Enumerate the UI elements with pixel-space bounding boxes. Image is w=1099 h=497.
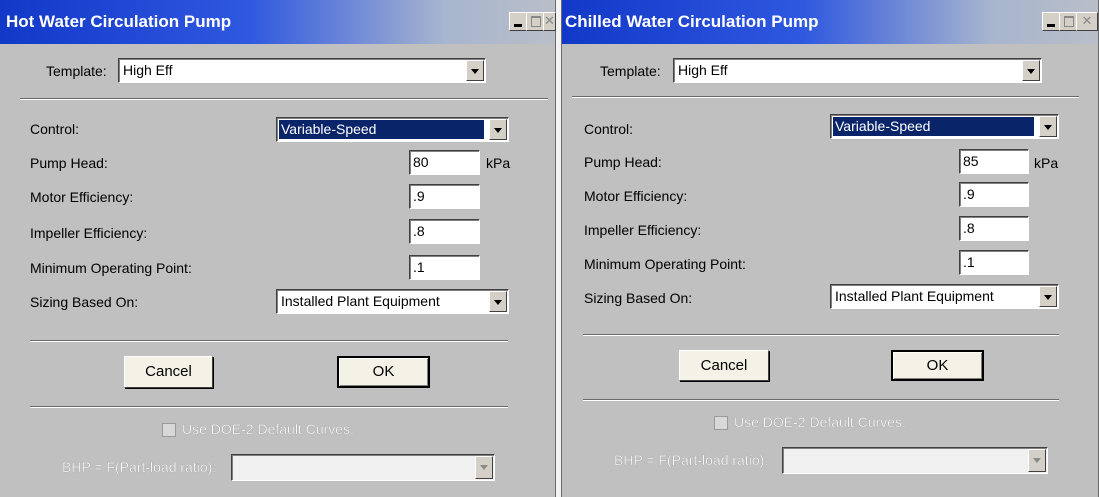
minimize-icon: [1047, 24, 1055, 27]
cancel-button[interactable]: Cancel: [124, 356, 213, 388]
maximize-button: [1059, 12, 1077, 31]
separator: [30, 406, 508, 408]
bhp-curve-select[interactable]: [782, 447, 1048, 474]
control-label: Control:: [584, 121, 634, 137]
motor-efficiency-input[interactable]: .9: [959, 182, 1029, 207]
chevron-down-icon[interactable]: [489, 119, 507, 140]
sizing-based-on-label: Sizing Based On:: [584, 290, 693, 306]
minimum-operating-point-input[interactable]: .1: [409, 255, 480, 280]
motor-efficiency-label: Motor Efficiency:: [584, 188, 688, 204]
separator: [20, 98, 548, 100]
template-value: High Eff: [123, 62, 173, 78]
minimum-operating-point-label: Minimum Operating Point:: [30, 260, 192, 276]
maximize-icon: [1064, 16, 1074, 27]
pump-head-input[interactable]: 80: [409, 150, 480, 175]
impeller-efficiency-label: Impeller Efficiency:: [584, 222, 702, 238]
bhp-label: BHP = F(Part-load ratio):: [62, 459, 217, 475]
control-select[interactable]: Variable-Speed: [830, 114, 1059, 139]
pump-head-input[interactable]: 85: [959, 149, 1029, 174]
pump-head-unit: kPa: [486, 155, 511, 171]
title-bar[interactable]: Chilled Water Circulation Pump ✕: [562, 0, 1098, 44]
template-select[interactable]: High Eff: [118, 58, 486, 83]
use-default-curves-checkbox[interactable]: [162, 423, 176, 437]
minimum-operating-point-label: Minimum Operating Point:: [584, 256, 746, 272]
template-value: High Eff: [678, 62, 728, 78]
chevron-down-icon[interactable]: [489, 291, 507, 312]
motor-efficiency-input[interactable]: .9: [409, 184, 480, 209]
close-button[interactable]: ✕: [543, 12, 556, 31]
close-button[interactable]: ✕: [1076, 12, 1098, 31]
chevron-down-icon[interactable]: [1039, 286, 1057, 307]
minimize-button[interactable]: [1042, 12, 1060, 31]
impeller-efficiency-input[interactable]: .8: [959, 216, 1029, 241]
minimum-operating-point-input[interactable]: .1: [959, 250, 1029, 275]
chevron-down-icon[interactable]: [1022, 60, 1040, 81]
use-default-curves-checkbox[interactable]: [714, 416, 728, 430]
bhp-label: BHP = F(Part-load ratio):: [614, 452, 769, 468]
motor-efficiency-label: Motor Efficiency:: [30, 189, 134, 205]
control-select[interactable]: Variable-Speed: [276, 117, 509, 142]
pump-head-label: Pump Head:: [584, 154, 662, 170]
maximize-icon: [531, 16, 541, 27]
impeller-efficiency-label: Impeller Efficiency:: [30, 225, 148, 241]
ok-button[interactable]: OK: [337, 356, 430, 388]
separator: [583, 334, 1059, 336]
minimize-button[interactable]: [509, 12, 527, 31]
control-value: Variable-Speed: [833, 117, 1034, 136]
impeller-efficiency-input[interactable]: .8: [409, 219, 480, 244]
control-value: Variable-Speed: [279, 120, 484, 139]
close-icon: ✕: [544, 13, 555, 28]
sizing-value: Installed Plant Equipment: [835, 288, 994, 304]
dialog-title: Chilled Water Circulation Pump: [565, 12, 819, 31]
pump-head-label: Pump Head:: [30, 155, 108, 171]
title-bar[interactable]: Hot Water Circulation Pump ✕: [0, 0, 556, 44]
sizing-based-on-select[interactable]: Installed Plant Equipment: [276, 289, 509, 314]
chevron-down-icon[interactable]: [1028, 449, 1046, 472]
chilled-water-pump-dialog: Chilled Water Circulation Pump ✕ Templat…: [561, 0, 1099, 497]
close-icon: ✕: [1081, 13, 1093, 28]
pump-head-unit: kPa: [1034, 155, 1059, 171]
sizing-based-on-label: Sizing Based On:: [30, 294, 139, 310]
hot-water-pump-dialog: Hot Water Circulation Pump ✕ Template: H…: [0, 0, 556, 497]
dialog-title: Hot Water Circulation Pump: [6, 12, 232, 31]
template-select[interactable]: High Eff: [673, 58, 1042, 83]
minimize-icon: [514, 24, 522, 27]
chevron-down-icon[interactable]: [1039, 116, 1057, 137]
bhp-curve-select[interactable]: [231, 454, 495, 481]
control-label: Control:: [30, 121, 80, 137]
chevron-down-icon[interactable]: [475, 456, 493, 479]
maximize-button: [526, 12, 544, 31]
sizing-value: Installed Plant Equipment: [281, 293, 440, 309]
separator: [572, 96, 1079, 98]
sizing-based-on-select[interactable]: Installed Plant Equipment: [830, 284, 1059, 309]
template-label: Template:: [600, 63, 661, 79]
separator: [583, 399, 1059, 401]
ok-button[interactable]: OK: [891, 350, 984, 381]
cancel-button[interactable]: Cancel: [679, 350, 769, 381]
use-default-curves-label: Use DOE-2 Default Curves.: [182, 421, 354, 437]
use-default-curves-label: Use DOE-2 Default Curves.: [734, 414, 906, 430]
chevron-down-icon[interactable]: [466, 60, 484, 81]
separator: [30, 340, 508, 342]
template-label: Template:: [46, 63, 107, 79]
